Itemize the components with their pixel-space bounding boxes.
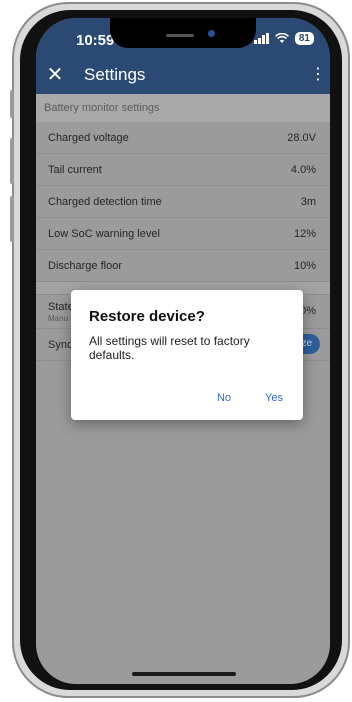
camera-dot	[208, 30, 215, 37]
volume-up-button	[10, 138, 14, 184]
setting-row-low-soc-warning[interactable]: Low SoC warning level 12%	[36, 218, 330, 250]
setting-value: 12%	[293, 228, 316, 240]
setting-value: 3m	[300, 196, 316, 208]
setting-label: State	[48, 301, 74, 313]
setting-row-tail-current[interactable]: Tail current 4.0%	[36, 154, 330, 186]
signal-icon	[253, 33, 269, 44]
speaker-grille	[166, 34, 194, 37]
setting-row-charged-detection-time[interactable]: Charged detection time 3m	[36, 186, 330, 218]
section-header: Battery monitor settings	[36, 94, 330, 122]
app-bar: 10:59 81 ✕ Settings ⋮	[36, 18, 330, 94]
wifi-icon	[274, 33, 289, 43]
setting-label: Low SoC warning level	[48, 228, 160, 240]
setting-label: Charged detection time	[48, 196, 162, 208]
page-title: Settings	[84, 65, 146, 84]
camera-notch	[110, 18, 256, 48]
home-indicator[interactable]	[132, 672, 236, 676]
setting-label: Charged voltage	[48, 132, 129, 144]
dialog-message: All settings will reset to factory defau…	[89, 334, 250, 362]
dialog-actions: No Yes	[217, 392, 283, 404]
yes-button[interactable]: Yes	[265, 392, 283, 404]
volume-down-button	[10, 196, 14, 242]
setting-sublabel: Manu	[48, 314, 69, 323]
setting-row-discharge-floor[interactable]: Discharge floor 10%	[36, 250, 330, 282]
close-icon[interactable]: ✕	[44, 64, 66, 86]
setting-label: Tail current	[48, 164, 102, 176]
status-icons: 81	[253, 32, 314, 45]
silent-switch	[10, 90, 14, 118]
setting-label: Discharge floor	[48, 260, 122, 272]
setting-value: 28.0V	[287, 132, 316, 144]
setting-value: 10%	[293, 260, 316, 272]
screen: 10:59 81 ✕ Settings ⋮ Battery monitor se…	[36, 18, 330, 684]
no-button[interactable]: No	[217, 392, 231, 404]
setting-value: 4.0%	[290, 164, 316, 176]
more-vert-icon[interactable]: ⋮	[310, 64, 326, 86]
status-time: 10:59	[76, 32, 115, 49]
restore-dialog: Restore device? All settings will reset …	[71, 290, 303, 420]
setting-row-charged-voltage[interactable]: Charged voltage 28.0V	[36, 122, 330, 154]
battery-icon: 81	[294, 32, 314, 45]
app-bar-row: ✕ Settings ⋮	[36, 64, 330, 88]
dialog-title: Restore device?	[89, 308, 205, 325]
